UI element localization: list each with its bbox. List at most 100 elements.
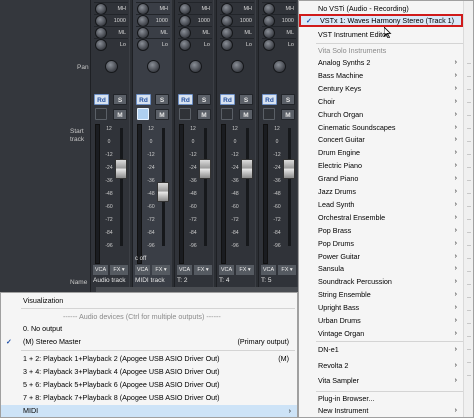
menu-item-visualization[interactable]: Visualization (1, 295, 297, 307)
pan-knob-icon[interactable] (189, 60, 202, 73)
menu-item-instrument[interactable]: Vita Sampler › (299, 375, 463, 387)
eq-knob-icon[interactable] (137, 39, 149, 51)
fx-button[interactable]: FX ▾ (278, 265, 296, 275)
eq-knob-icon[interactable] (179, 39, 191, 51)
record-button[interactable]: Rd (136, 94, 151, 105)
record-button[interactable]: Rd (178, 94, 193, 105)
solo-button[interactable]: S (281, 94, 295, 105)
strip-sublabel: c off (135, 256, 147, 262)
record-button[interactable]: Rd (94, 94, 109, 105)
volume-fader-handle[interactable] (115, 159, 127, 179)
menu-item-selected-vsti[interactable]: ✓ VSTx 1: Waves Harmony Stereo (Track 1) (299, 14, 463, 27)
eq-knob-icon[interactable] (221, 39, 233, 51)
eq-knob-icon[interactable] (263, 39, 275, 51)
strip-name[interactable]: Audio track (91, 277, 131, 284)
monitor-button[interactable] (95, 108, 107, 120)
menu-item-new-instrument[interactable]: New Instrument › (299, 405, 463, 417)
menu-item-instrument[interactable]: Cinematic Soundscapes › (299, 122, 463, 134)
mute-button[interactable]: M (113, 109, 127, 120)
volume-fader-handle[interactable] (157, 182, 169, 202)
eq-band: ML (136, 26, 170, 39)
checkmark-icon: ✓ (306, 16, 313, 25)
menu-item-instrument[interactable]: Pop Brass › (299, 225, 463, 237)
monitor-button[interactable] (179, 108, 191, 120)
scrollbar-tick (467, 297, 471, 298)
menu-item-instrument[interactable]: Soundtrack Percussion › (299, 276, 463, 288)
record-button[interactable]: Rd (220, 94, 235, 105)
menu-item-plugin-browser[interactable]: Plug-in Browser... (299, 393, 463, 405)
monitor-button[interactable] (263, 108, 275, 120)
mute-button[interactable]: M (239, 109, 253, 120)
fx-button[interactable]: FX ▾ (152, 265, 170, 275)
menu-item-instrument[interactable]: Jazz Drums › (299, 186, 463, 198)
pan-knob-icon[interactable] (231, 60, 244, 73)
mute-button[interactable]: M (155, 109, 169, 120)
eq-band: ML (178, 26, 212, 39)
solo-button[interactable]: S (155, 94, 169, 105)
menu-item-instrument[interactable]: Bass Machine › (299, 70, 463, 82)
menu-item-instrument[interactable]: Revolta 2 › (299, 360, 463, 372)
record-button[interactable]: Rd (262, 94, 277, 105)
solo-button[interactable]: S (239, 94, 253, 105)
fx-button[interactable]: FX ▾ (194, 265, 212, 275)
vca-button[interactable]: VCA (135, 265, 150, 275)
menu-item-output-5-6[interactable]: 5 + 6: Playback 5+Playback 6 (Apogee USB… (1, 379, 297, 391)
eq-band: MH (94, 2, 128, 15)
menu-item-instrument[interactable]: Century Keys › (299, 83, 463, 95)
fx-button[interactable]: FX ▾ (110, 265, 128, 275)
menu-item-instrument[interactable]: Analog Synths 2 › (299, 57, 463, 69)
menu-item-vst-instrument-editor[interactable]: VST Instrument Editor (299, 29, 463, 41)
submenu-arrow-icon: › (454, 149, 457, 157)
menu-item-midi[interactable]: MIDI › (1, 405, 297, 417)
vca-button[interactable]: VCA (261, 265, 276, 275)
menu-item-instrument[interactable]: Power Guitar › (299, 251, 463, 263)
monitor-button[interactable] (137, 108, 149, 120)
strip-name[interactable]: MIDI track (133, 277, 173, 284)
mute-button[interactable]: M (197, 109, 211, 120)
vca-button[interactable]: VCA (93, 265, 108, 275)
volume-fader-handle[interactable] (283, 159, 295, 179)
pan-knob-icon[interactable] (105, 60, 118, 73)
menu-item-instrument[interactable]: Sansula › (299, 263, 463, 275)
menu-item-output-3-4[interactable]: 3 + 4: Playback 3+Playback 4 (Apogee USB… (1, 366, 297, 378)
strip-name[interactable]: T: 5 (259, 277, 298, 284)
strip-name[interactable]: T: 2 (175, 277, 215, 284)
menu-item-instrument[interactable]: Urban Drums › (299, 315, 463, 327)
menu-item-instrument[interactable]: DN-e1 › (299, 344, 463, 356)
instrument-label: String Ensemble (318, 290, 371, 300)
menu-item-instrument[interactable]: Grand Piano › (299, 173, 463, 185)
menu-item-instrument[interactable]: Electric Piano › (299, 160, 463, 172)
menu-item-instrument[interactable]: Church Organ › (299, 109, 463, 121)
menu-item-output-7-8[interactable]: 7 + 8: Playback 7+Playback 8 (Apogee USB… (1, 392, 297, 404)
pan-knob-icon[interactable] (273, 60, 286, 73)
volume-fader-handle[interactable] (241, 159, 253, 179)
monitor-button[interactable] (221, 108, 233, 120)
menu-scrollbar[interactable] (463, 1, 473, 417)
menu-item-instrument[interactable]: Vintage Organ › (299, 328, 463, 340)
strip-name[interactable]: T: 4 (217, 277, 257, 284)
visualization-label: Visualization (23, 296, 64, 305)
solo-button[interactable]: S (197, 94, 211, 105)
menu-item-instrument[interactable]: Concert Guitar › (299, 134, 463, 146)
checkmark-icon: ✓ (6, 337, 13, 346)
fx-button[interactable]: FX ▾ (236, 265, 254, 275)
mute-button[interactable]: M (281, 109, 295, 120)
menu-item-no-output[interactable]: 0. No output (1, 323, 297, 335)
menu-item-instrument[interactable]: Lead Synth › (299, 199, 463, 211)
menu-item-instrument[interactable]: Pop Drums › (299, 238, 463, 250)
instrument-menu: No VSTi (Audio - Recording) ✓ VSTx 1: Wa… (298, 0, 474, 418)
menu-item-instrument[interactable]: Choir › (299, 96, 463, 108)
volume-fader-handle[interactable] (199, 159, 211, 179)
menu-item-instrument[interactable]: Orchestral Ensemble › (299, 212, 463, 224)
eq-band: Lo (136, 38, 170, 51)
menu-item-instrument[interactable]: String Ensemble › (299, 289, 463, 301)
solo-button[interactable]: S (113, 94, 127, 105)
menu-item-instrument[interactable]: Drum Engine › (299, 147, 463, 159)
menu-item-stereo-master[interactable]: ✓ (M) Stereo Master (Primary output) (1, 336, 297, 348)
vca-button[interactable]: VCA (177, 265, 192, 275)
pan-knob-icon[interactable] (147, 60, 160, 73)
menu-item-instrument[interactable]: Upright Bass › (299, 302, 463, 314)
menu-item-output-1-2[interactable]: 1 + 2: Playback 1+Playback 2 (Apogee USB… (1, 353, 297, 365)
vca-button[interactable]: VCA (219, 265, 234, 275)
eq-knob-icon[interactable] (95, 39, 107, 51)
